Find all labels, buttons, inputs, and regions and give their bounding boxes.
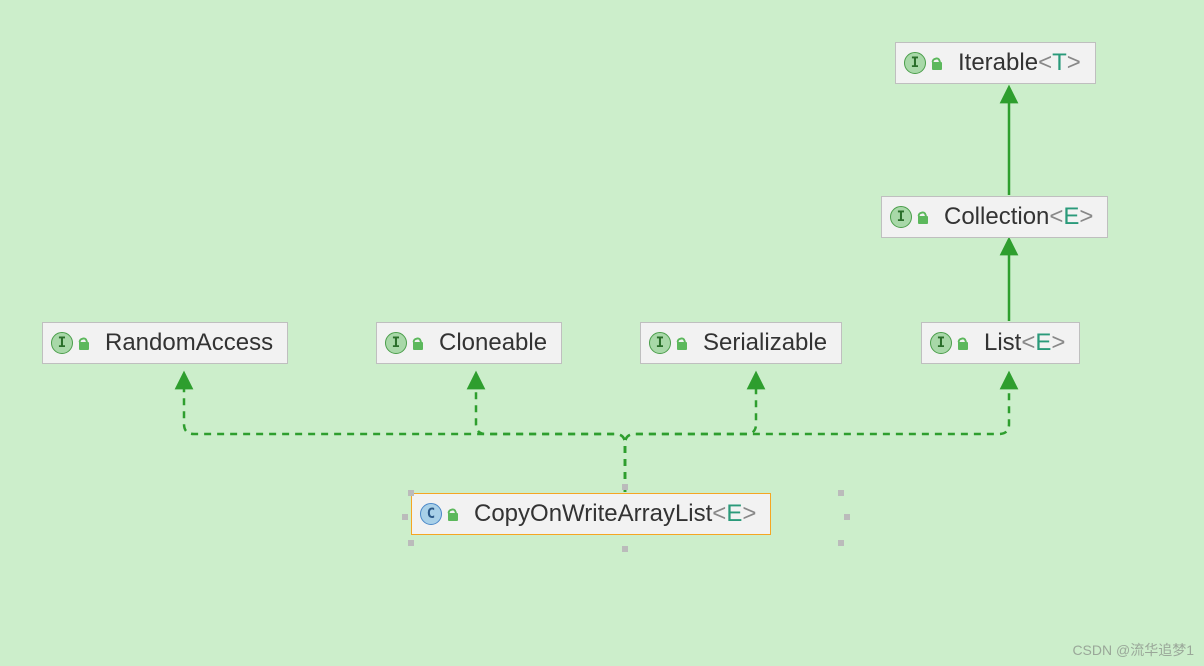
class-icon: C	[420, 503, 442, 525]
interface-icon: I	[385, 332, 407, 354]
edge-cowal-cloneable	[476, 380, 625, 492]
interface-icon: I	[649, 332, 671, 354]
generic-open: <	[712, 500, 726, 528]
node-randomaccess[interactable]: I RandomAccess	[42, 322, 288, 364]
generic-open: <	[1049, 203, 1063, 231]
type-param: E	[726, 500, 742, 528]
type-param: E	[1063, 203, 1079, 231]
interface-icon: I	[930, 332, 952, 354]
generic-open: <	[1021, 329, 1035, 357]
edge-cowal-list	[625, 380, 1009, 492]
type-name: Serializable	[703, 329, 827, 357]
type-param: E	[1035, 329, 1051, 357]
type-name: Cloneable	[439, 329, 547, 357]
interface-icon: I	[51, 332, 73, 354]
type-name: List	[984, 329, 1021, 357]
unlock-icon	[916, 210, 930, 224]
type-name: Collection	[944, 203, 1049, 231]
unlock-icon	[930, 56, 944, 70]
unlock-icon	[446, 507, 460, 521]
node-collection[interactable]: I Collection<E>	[881, 196, 1108, 238]
generic-close: >	[1067, 49, 1081, 77]
edge-cowal-random	[184, 380, 625, 492]
edge-cowal-serial	[625, 380, 756, 492]
selection-handle[interactable]	[402, 514, 408, 520]
watermark: CSDN @流华追梦1	[1072, 640, 1194, 660]
generic-close: >	[1051, 329, 1065, 357]
unlock-icon	[675, 336, 689, 350]
generic-open: <	[1038, 49, 1052, 77]
generic-close: >	[742, 500, 756, 528]
interface-icon: I	[904, 52, 926, 74]
selection-handle[interactable]	[838, 490, 844, 496]
interface-icon: I	[890, 206, 912, 228]
node-cloneable[interactable]: I Cloneable	[376, 322, 562, 364]
node-iterable[interactable]: I Iterable<T>	[895, 42, 1096, 84]
unlock-icon	[411, 336, 425, 350]
selection-handle[interactable]	[622, 546, 628, 552]
node-serializable[interactable]: I Serializable	[640, 322, 842, 364]
selection-handle[interactable]	[844, 514, 850, 520]
node-list[interactable]: I List<E>	[921, 322, 1080, 364]
selection-handle[interactable]	[838, 540, 844, 546]
selection-handle[interactable]	[408, 490, 414, 496]
type-param: T	[1052, 49, 1067, 77]
type-name: CopyOnWriteArrayList	[474, 500, 712, 528]
node-copyonwritearraylist[interactable]: C CopyOnWriteArrayList<E>	[411, 493, 771, 535]
generic-close: >	[1079, 203, 1093, 231]
selection-handle[interactable]	[622, 484, 628, 490]
unlock-icon	[956, 336, 970, 350]
unlock-icon	[77, 336, 91, 350]
type-name: Iterable	[958, 49, 1038, 77]
type-name: RandomAccess	[105, 329, 273, 357]
selection-handle[interactable]	[408, 540, 414, 546]
